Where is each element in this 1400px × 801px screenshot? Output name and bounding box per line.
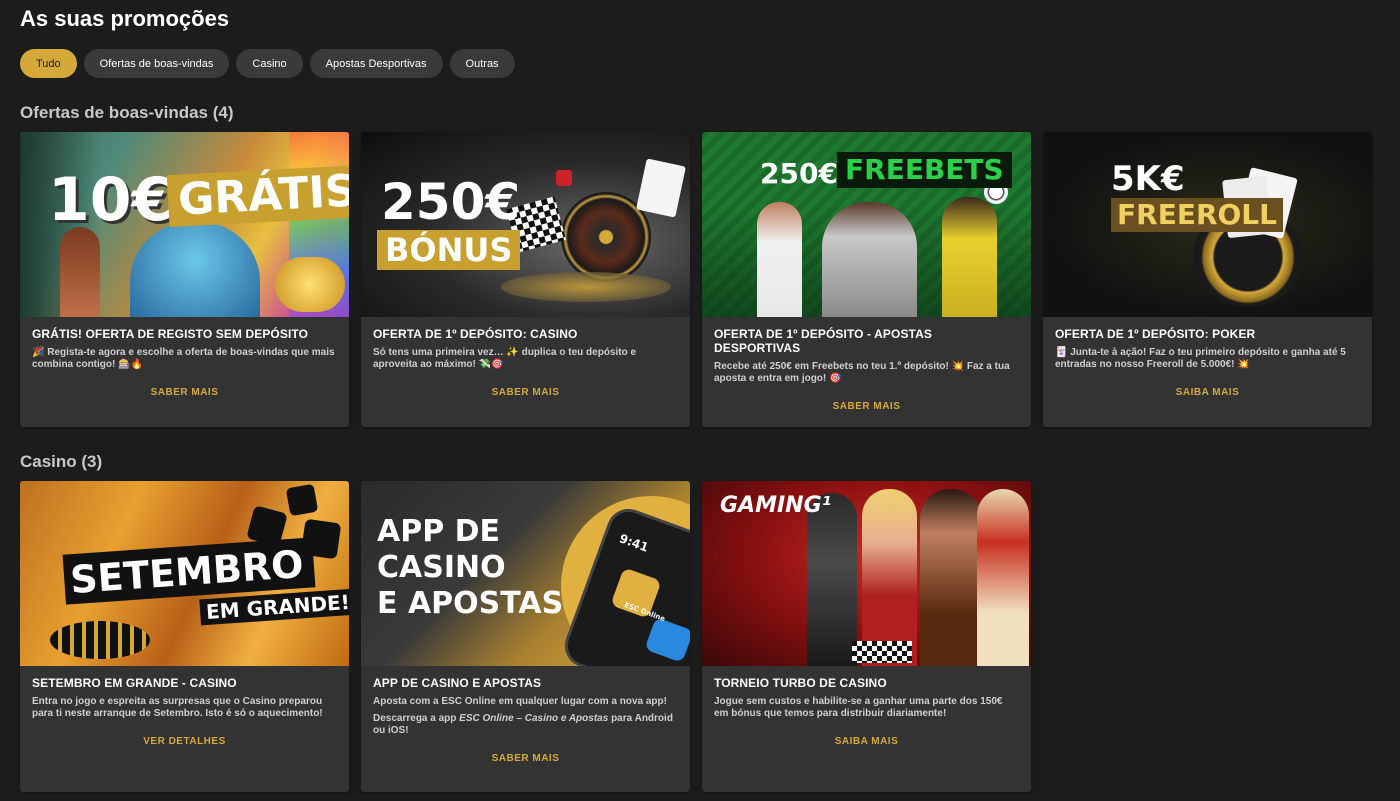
banner-headline: APP DE — [377, 514, 501, 549]
promo-card-text-secondary: Descarrega a app ESC Online – Casino e A… — [373, 713, 673, 736]
learn-more-link[interactable]: SABER MAIS — [373, 387, 678, 398]
filter-chip-welcome[interactable]: Ofertas de boas-vindas — [83, 49, 230, 78]
banner-subheadline: FREEBETS — [837, 152, 1012, 188]
filter-chip-other[interactable]: Outras — [449, 49, 515, 78]
promo-card-text: 🎉 Regista-te agora e escolhe a oferta de… — [32, 347, 335, 370]
promo-card-september[interactable]: SETEMBRO EM GRANDE! SETEMBRO EM GRANDE -… — [20, 481, 349, 792]
promo-card-text: 🃏 Junta-te à ação! Faz o teu primeiro de… — [1055, 347, 1346, 370]
learn-more-link[interactable]: SAIBA MAIS — [1055, 387, 1360, 398]
promo-card-title: GRÁTIS! OFERTA DE REGISTO SEM DEPÓSITO — [32, 327, 309, 341]
promo-card-text: Só tens uma primeira vez… ✨ duplica o te… — [373, 347, 637, 370]
filter-bar: Tudo Ofertas de boas-vindas Casino Apost… — [20, 49, 515, 78]
promo-card-title: OFERTA DE 1º DEPÓSITO: CASINO — [373, 327, 578, 341]
banner-headline: 250€ — [381, 173, 521, 231]
banner-subheadline: BÓNUS — [377, 230, 521, 270]
promo-card-text: Jogue sem custos e habilite-se a ganhar … — [714, 696, 1003, 719]
promo-banner-image: GAMING¹ — [702, 481, 1031, 666]
promo-card-free-signup[interactable]: 10€ GRÁTIS GRÁTIS! OFERTA DE REGISTO SEM… — [20, 132, 349, 427]
filter-chip-all[interactable]: Tudo — [20, 49, 77, 78]
promo-card-app[interactable]: 9:41 ESC Online APP DE CASINO E APOSTAS … — [361, 481, 690, 792]
promo-card-text: Recebe até 250€ em Freebets no teu 1.º d… — [714, 361, 1010, 384]
promo-card-text: Entra no jogo e espreita as surpresas qu… — [32, 696, 323, 719]
promo-banner-image: 5K€ FREEROLL — [1043, 132, 1372, 317]
page-title: As suas promoções — [20, 6, 230, 31]
banner-tagline: E APOSTAS — [377, 586, 564, 621]
brand-logo: GAMING¹ — [720, 493, 832, 518]
welcome-offers-grid: 10€ GRÁTIS GRÁTIS! OFERTA DE REGISTO SEM… — [20, 132, 1372, 427]
promo-banner-image: 250€ BÓNUS — [361, 132, 690, 317]
banner-subheadline: EM GRANDE! — [199, 588, 349, 626]
promo-card-sports-deposit[interactable]: 250€ FREEBETS OFERTA DE 1º DEPÓSITO - AP… — [702, 132, 1031, 427]
promo-banner-image: 10€ GRÁTIS — [20, 132, 349, 317]
filter-chip-casino[interactable]: Casino — [236, 49, 303, 78]
banner-subheadline: CASINO — [377, 550, 506, 585]
promo-card-turbo-tournament[interactable]: GAMING¹ TORNEIO TURBO DE CASINO Jogue se… — [702, 481, 1031, 792]
learn-more-link[interactable]: SABER MAIS — [714, 401, 1019, 412]
section-title-welcome: Ofertas de boas-vindas (4) — [20, 103, 234, 122]
promo-banner-image: 250€ FREEBETS — [702, 132, 1031, 317]
learn-more-link[interactable]: SABER MAIS — [373, 753, 678, 764]
banner-headline: 10€ — [48, 165, 174, 235]
promo-card-title: SETEMBRO EM GRANDE - CASINO — [32, 676, 237, 690]
promo-card-text: Aposta com a ESC Online em qualquer luga… — [373, 696, 667, 707]
promo-card-casino-deposit[interactable]: 250€ BÓNUS OFERTA DE 1º DEPÓSITO: CASINO… — [361, 132, 690, 427]
promo-banner-image: SETEMBRO EM GRANDE! — [20, 481, 349, 666]
view-details-link[interactable]: VER DETALHES — [32, 736, 337, 747]
learn-more-link[interactable]: SABER MAIS — [32, 387, 337, 398]
banner-headline: 250€ — [760, 157, 838, 190]
learn-more-link[interactable]: SAIBA MAIS — [714, 736, 1019, 747]
promo-card-title: APP DE CASINO E APOSTAS — [373, 676, 542, 690]
promo-card-title: TORNEIO TURBO DE CASINO — [714, 676, 887, 690]
casino-offers-grid: SETEMBRO EM GRANDE! SETEMBRO EM GRANDE -… — [20, 481, 1031, 792]
section-title-casino: Casino (3) — [20, 452, 103, 471]
promo-banner-image: 9:41 ESC Online APP DE CASINO E APOSTAS — [361, 481, 690, 666]
promo-card-poker-deposit[interactable]: 5K€ FREEROLL OFERTA DE 1º DEPÓSITO: POKE… — [1043, 132, 1372, 427]
banner-headline: 5K€ — [1111, 159, 1185, 199]
banner-subheadline: FREEROLL — [1111, 198, 1283, 232]
promo-card-title: OFERTA DE 1º DEPÓSITO: POKER — [1055, 327, 1256, 341]
banner-subheadline: GRÁTIS — [166, 164, 349, 228]
filter-chip-sports[interactable]: Apostas Desportivas — [309, 49, 443, 78]
promo-card-title: OFERTA DE 1º DEPÓSITO - APOSTAS DESPORTI… — [714, 327, 932, 355]
